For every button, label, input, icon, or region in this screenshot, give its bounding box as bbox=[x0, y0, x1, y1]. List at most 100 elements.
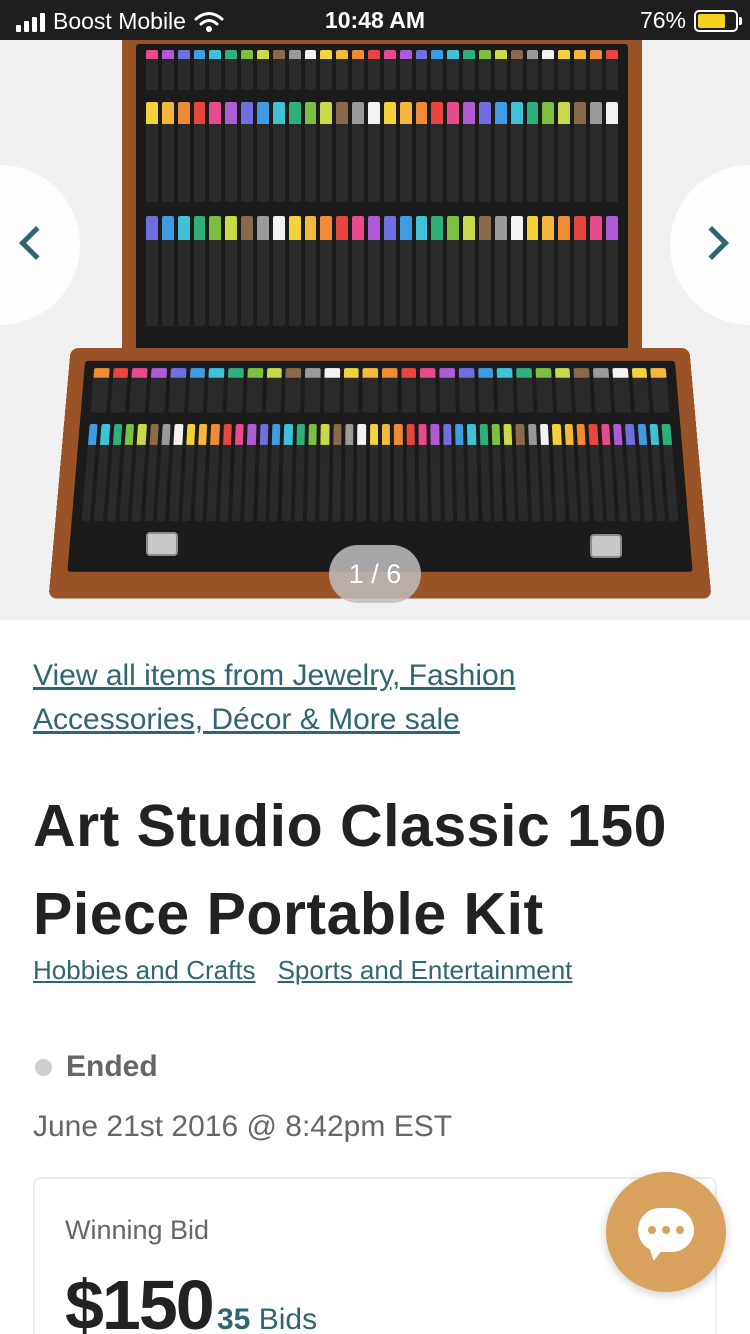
supply-stick bbox=[146, 216, 158, 326]
supply-stick bbox=[383, 102, 396, 202]
supply-stick bbox=[558, 102, 571, 202]
supply-stick bbox=[257, 102, 269, 202]
supply-stick bbox=[226, 368, 244, 413]
supply-stick bbox=[554, 368, 573, 413]
supply-stick bbox=[430, 423, 441, 522]
supply-stick bbox=[209, 216, 222, 326]
supply-stick bbox=[146, 50, 158, 90]
supply-stick bbox=[431, 102, 444, 202]
supply-stick bbox=[399, 216, 412, 326]
supply-stick bbox=[281, 423, 293, 522]
supply-stick bbox=[479, 102, 491, 202]
supply-stick bbox=[156, 423, 171, 522]
supply-stick bbox=[304, 50, 317, 90]
supply-stick bbox=[241, 102, 254, 202]
supply-stick bbox=[306, 423, 318, 522]
chevron-left-icon bbox=[19, 226, 53, 260]
supply-stick bbox=[144, 423, 159, 522]
supply-stick bbox=[552, 423, 566, 522]
supply-stick bbox=[612, 368, 631, 413]
supply-stick bbox=[510, 102, 523, 202]
supply-stick bbox=[320, 216, 333, 326]
supply-stick bbox=[526, 102, 539, 202]
supply-stick bbox=[463, 50, 476, 90]
chat-button[interactable] bbox=[606, 1172, 726, 1292]
supply-stick bbox=[148, 368, 168, 413]
supply-stick bbox=[431, 216, 444, 326]
next-image-button[interactable] bbox=[670, 165, 750, 325]
supply-stick bbox=[304, 368, 321, 413]
supply-stick bbox=[356, 423, 366, 522]
supply-stick bbox=[447, 50, 460, 90]
item-title: Art Studio Classic 150 Piece Portable Ki… bbox=[33, 793, 667, 947]
supply-stick bbox=[503, 423, 516, 522]
category-link-hobbies[interactable]: Hobbies and Crafts bbox=[33, 955, 256, 986]
supply-stick bbox=[592, 368, 612, 413]
supply-stick bbox=[288, 216, 301, 326]
supply-stick bbox=[535, 368, 553, 413]
battery-level bbox=[698, 13, 726, 28]
supply-stick bbox=[207, 368, 225, 413]
supply-stick bbox=[510, 50, 523, 90]
supply-stick bbox=[415, 50, 428, 90]
bid-count-number: 35 bbox=[217, 1303, 251, 1334]
status-label: Ended bbox=[66, 1050, 158, 1083]
image-gallery[interactable]: 1 / 6 bbox=[0, 40, 750, 620]
supply-stick bbox=[574, 50, 587, 90]
supply-stick bbox=[588, 423, 603, 522]
supply-stick bbox=[257, 216, 269, 326]
supply-stick bbox=[479, 50, 491, 90]
image-counter: 1 / 6 bbox=[329, 545, 421, 603]
supply-stick bbox=[265, 368, 283, 413]
supply-stick bbox=[225, 102, 238, 202]
supply-stick bbox=[304, 216, 317, 326]
supply-stick bbox=[288, 102, 301, 202]
end-date: June 21st 2016 @ 8:42pm EST bbox=[33, 1110, 453, 1143]
supply-stick bbox=[467, 423, 478, 522]
supply-stick bbox=[526, 50, 539, 90]
supply-stick bbox=[161, 216, 174, 326]
supply-stick bbox=[90, 368, 110, 413]
supply-row bbox=[81, 423, 678, 522]
supply-stick bbox=[406, 423, 416, 522]
supply-stick bbox=[256, 423, 269, 522]
supply-stick bbox=[294, 423, 305, 522]
supply-stick bbox=[209, 50, 222, 90]
supply-stick bbox=[574, 102, 587, 202]
supply-stick bbox=[415, 102, 428, 202]
supply-stick bbox=[129, 368, 148, 413]
supply-stick bbox=[463, 216, 476, 326]
lid-tray bbox=[136, 44, 628, 364]
supply-stick bbox=[352, 102, 365, 202]
category-link-sports[interactable]: Sports and Entertainment bbox=[278, 955, 573, 986]
supply-stick bbox=[494, 50, 507, 90]
supply-stick bbox=[383, 50, 396, 90]
supply-stick bbox=[193, 216, 206, 326]
supply-stick bbox=[650, 368, 670, 413]
supply-stick bbox=[605, 50, 618, 90]
supply-stick bbox=[219, 423, 232, 522]
supply-stick bbox=[331, 423, 342, 522]
supply-stick bbox=[590, 102, 602, 202]
supply-stick bbox=[447, 102, 460, 202]
bid-count-link[interactable]: 35 Bids bbox=[217, 1303, 317, 1334]
supply-stick bbox=[187, 368, 206, 413]
supply-stick bbox=[454, 423, 466, 522]
supply-stick bbox=[362, 368, 379, 413]
prev-image-button[interactable] bbox=[0, 165, 80, 325]
supply-stick bbox=[225, 50, 238, 90]
supply-stick bbox=[244, 423, 257, 522]
supply-stick bbox=[447, 216, 460, 326]
supply-stick bbox=[458, 368, 476, 413]
supply-stick bbox=[272, 216, 285, 326]
clock: 10:48 AM bbox=[324, 7, 426, 33]
supply-stick bbox=[494, 102, 507, 202]
supply-stick bbox=[288, 50, 301, 90]
supply-stick bbox=[605, 102, 618, 202]
supply-stick bbox=[177, 216, 190, 326]
supply-stick bbox=[304, 102, 317, 202]
supply-stick bbox=[146, 102, 158, 202]
supply-stick bbox=[463, 102, 476, 202]
view-sale-link[interactable]: View all items from Jewelry, Fashion Acc… bbox=[33, 654, 633, 742]
supply-stick bbox=[369, 423, 378, 522]
